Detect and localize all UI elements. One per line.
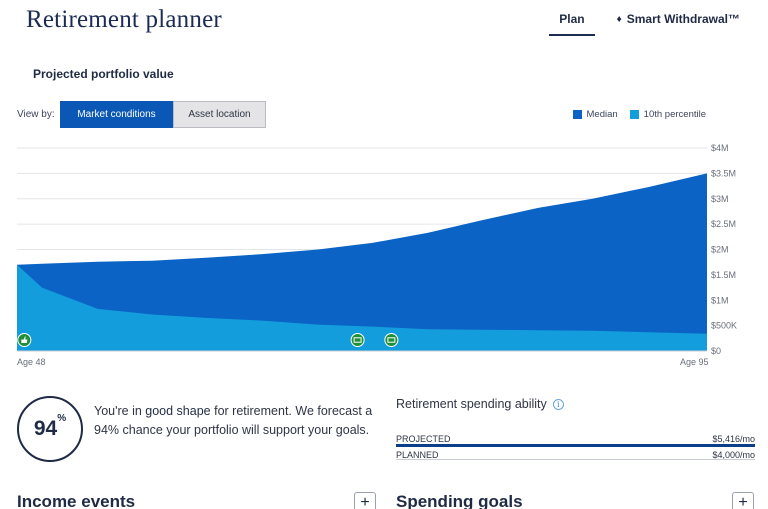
cash-icon bbox=[384, 333, 399, 347]
score-value: 94% bbox=[33, 413, 67, 440]
success-score: 94% bbox=[17, 396, 83, 462]
y-tick-label: $3M bbox=[711, 194, 729, 204]
summary-highlight: good shape bbox=[145, 404, 211, 418]
x-axis-start-label: Age 48 bbox=[17, 357, 46, 367]
income-events-title: Income events bbox=[17, 492, 136, 509]
x-axis-end-label: Age 95 bbox=[680, 357, 709, 367]
cash-icon bbox=[350, 333, 365, 347]
y-tick-label: $2.5M bbox=[711, 219, 736, 229]
projected-row: PROJECTED $5,416/mo bbox=[396, 434, 755, 444]
y-tick-label: $1.5M bbox=[711, 270, 736, 280]
add-income-event-button[interactable]: + bbox=[354, 492, 376, 509]
projected-label: PROJECTED bbox=[396, 434, 451, 444]
add-spending-goal-button[interactable]: + bbox=[732, 492, 754, 509]
spending-ability-title: Retirement spending ability i bbox=[396, 397, 564, 411]
y-tick-label: $1M bbox=[711, 295, 729, 305]
summary-text: You're in good shape for retirement. We … bbox=[94, 404, 373, 437]
y-tick-label: $2M bbox=[711, 245, 729, 255]
y-tick-label: $500K bbox=[711, 321, 737, 331]
projected-value: $5,416/mo bbox=[712, 434, 755, 444]
y-tick-label: $3.5M bbox=[711, 168, 736, 178]
spending-goals-title: Spending goals bbox=[396, 492, 523, 509]
projected-bar bbox=[396, 444, 755, 447]
info-icon[interactable]: i bbox=[552, 398, 564, 410]
portfolio-chart: $0 $500K $1M $1.5M $2M $2.5M $3M $3.5M $4M bbox=[17, 143, 737, 356]
planned-bar bbox=[396, 459, 755, 460]
y-tick-label: $0 bbox=[711, 346, 721, 356]
y-tick-label: $4M bbox=[711, 143, 729, 153]
